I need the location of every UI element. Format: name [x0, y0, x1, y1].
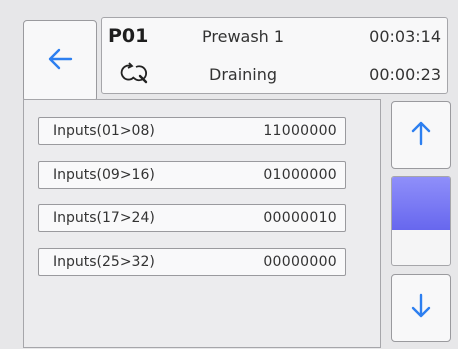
arrow-down-icon: [410, 293, 432, 323]
step-name: Prewash 1: [202, 27, 285, 46]
input-row-value: 00000010: [263, 210, 337, 226]
input-row-label: Inputs(09>16): [53, 167, 155, 183]
input-row-label: Inputs(01>08): [53, 123, 155, 139]
scrollbar[interactable]: [391, 176, 451, 266]
program-number: P01: [108, 25, 149, 47]
input-row-value: 01000000: [263, 167, 337, 183]
scroll-down-button[interactable]: [391, 274, 451, 342]
drain-cycle-icon: [118, 62, 152, 88]
state-time: 00:00:23: [369, 65, 441, 84]
inputs-panel: Inputs(01>08) 11000000 Inputs(09>16) 010…: [23, 99, 381, 348]
input-row[interactable]: Inputs(09>16) 01000000: [38, 161, 346, 189]
scroll-thumb[interactable]: [392, 177, 450, 230]
arrow-left-icon: [47, 47, 73, 75]
input-row[interactable]: Inputs(17>24) 00000010: [38, 204, 346, 232]
status-header: P01 Prewash 1 00:03:14 Draining 00:00:23: [101, 17, 448, 94]
input-row-value: 11000000: [263, 123, 337, 139]
arrow-up-icon: [410, 120, 432, 150]
input-row-label: Inputs(17>24): [53, 210, 155, 226]
scroll-up-button[interactable]: [391, 101, 451, 169]
machine-state: Draining: [209, 65, 278, 84]
back-button[interactable]: [23, 20, 97, 102]
input-row[interactable]: Inputs(25>32) 00000000: [38, 248, 346, 276]
step-time: 00:03:14: [369, 27, 441, 46]
input-row-label: Inputs(25>32): [53, 254, 155, 270]
input-row[interactable]: Inputs(01>08) 11000000: [38, 117, 346, 145]
input-row-value: 00000000: [263, 254, 337, 270]
